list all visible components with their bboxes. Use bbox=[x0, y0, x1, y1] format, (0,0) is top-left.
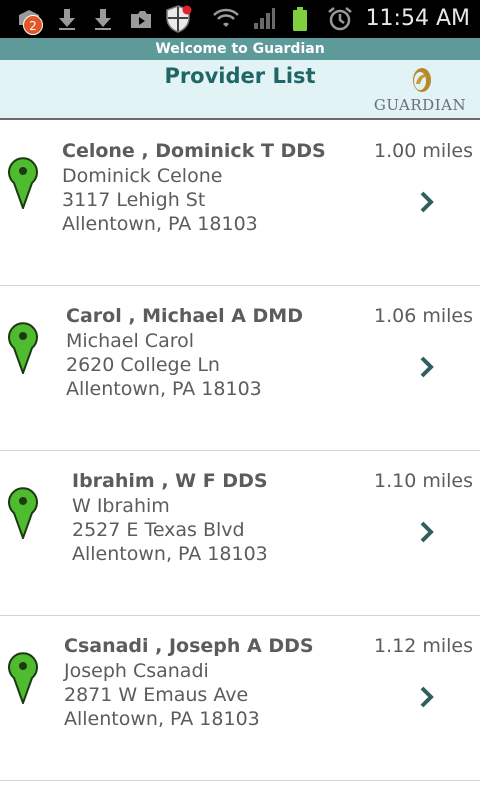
street-address: 3117 Lehigh St bbox=[62, 189, 206, 211]
distance-label: 1.06 miles bbox=[374, 305, 473, 327]
provider-list: Celone , Dominick T DDS Dominick Celone … bbox=[0, 121, 480, 781]
provider-contact: Michael Carol 2620 College Ln Allentown,… bbox=[66, 329, 262, 401]
map-pin-icon bbox=[8, 157, 38, 209]
app-header: Provider List GUARDIAN bbox=[0, 60, 480, 120]
contact-name: Michael Carol bbox=[66, 330, 195, 352]
contact-name: Dominick Celone bbox=[62, 165, 223, 187]
distance-label: 1.12 miles bbox=[374, 635, 473, 657]
map-pin-icon bbox=[8, 487, 38, 539]
signal-icon bbox=[251, 0, 277, 38]
battery-icon bbox=[289, 0, 311, 38]
provider-contact: Dominick Celone 3117 Lehigh St Allentown… bbox=[62, 164, 258, 236]
street-address: 2871 W Emaus Ave bbox=[64, 684, 249, 706]
status-bar: 2 11:54 AM bbox=[0, 0, 480, 38]
provider-name: Ibrahim , W F DDS bbox=[72, 470, 268, 492]
guardian-logo: GUARDIAN bbox=[370, 64, 470, 116]
provider-row[interactable]: Carol , Michael A DMD Michael Carol 2620… bbox=[0, 286, 480, 451]
street-address: 2527 E Texas Blvd bbox=[72, 519, 245, 541]
city-state-zip: Allentown, PA 18103 bbox=[64, 708, 260, 730]
chevron-right-icon[interactable] bbox=[420, 521, 434, 543]
provider-name: Carol , Michael A DMD bbox=[66, 305, 303, 327]
security-shield-icon bbox=[164, 0, 194, 38]
provider-contact: W Ibrahim 2527 E Texas Blvd Allentown, P… bbox=[72, 494, 268, 566]
city-state-zip: Allentown, PA 18103 bbox=[66, 378, 262, 400]
distance-label: 1.10 miles bbox=[374, 470, 473, 492]
map-pin-icon bbox=[8, 652, 38, 704]
provider-contact: Joseph Csanadi 2871 W Emaus Ave Allentow… bbox=[64, 659, 260, 731]
guardian-logo-text: GUARDIAN bbox=[373, 96, 467, 114]
notification-count-badge: 2 bbox=[23, 15, 43, 35]
provider-row[interactable]: Csanadi , Joseph A DDS Joseph Csanadi 28… bbox=[0, 616, 480, 781]
chevron-right-icon[interactable] bbox=[420, 191, 434, 213]
chevron-right-icon[interactable] bbox=[420, 356, 434, 378]
contact-name: W Ibrahim bbox=[72, 495, 170, 517]
provider-row[interactable]: Celone , Dominick T DDS Dominick Celone … bbox=[0, 121, 480, 286]
alarm-icon bbox=[325, 0, 355, 38]
status-time: 11:54 AM bbox=[365, 6, 470, 31]
wifi-icon bbox=[210, 0, 242, 38]
distance-label: 1.00 miles bbox=[374, 140, 473, 162]
provider-name: Csanadi , Joseph A DDS bbox=[64, 635, 314, 657]
guardian-logo-mark bbox=[413, 68, 431, 92]
download-icon bbox=[55, 0, 79, 38]
media-icon bbox=[128, 0, 154, 38]
city-state-zip: Allentown, PA 18103 bbox=[72, 543, 268, 565]
download-icon bbox=[91, 0, 115, 38]
provider-row[interactable]: Ibrahim , W F DDS W Ibrahim 2527 E Texas… bbox=[0, 451, 480, 616]
contact-name: Joseph Csanadi bbox=[64, 660, 209, 682]
city-state-zip: Allentown, PA 18103 bbox=[62, 213, 258, 235]
map-pin-icon bbox=[8, 322, 38, 374]
chevron-right-icon[interactable] bbox=[420, 686, 434, 708]
provider-name: Celone , Dominick T DDS bbox=[62, 140, 326, 162]
street-address: 2620 College Ln bbox=[66, 354, 220, 376]
welcome-banner: Welcome to Guardian bbox=[0, 38, 480, 60]
